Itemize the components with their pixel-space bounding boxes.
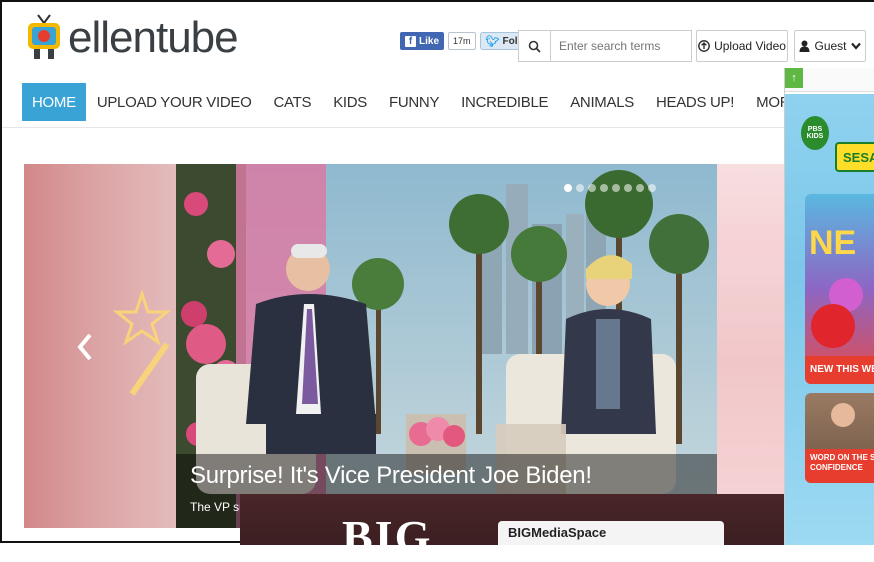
side-ad-card-new[interactable]: NE NEW THIS WE xyxy=(805,194,874,384)
nav-item-upload-your-video[interactable]: UPLOAD YOUR VIDEO xyxy=(86,83,263,121)
person-thumbnail xyxy=(831,403,855,427)
hero-carousel[interactable]: Surprise! It's Vice President Joe Biden!… xyxy=(24,164,717,528)
previous-slide-arrow-icon[interactable] xyxy=(76,332,94,362)
slide-dot[interactable] xyxy=(600,184,608,192)
card-word-label: WORD ON THE S CONFIDENCE xyxy=(805,449,874,483)
guest-account-button[interactable]: Guest xyxy=(794,30,866,62)
star-decoration xyxy=(112,289,172,396)
nav-item-cats[interactable]: CATS xyxy=(262,83,322,121)
side-popup-ad[interactable]: ↑ PBS KIDS SESAM NE NEW THIS WE WORD ON … xyxy=(784,68,874,545)
next-slide-peek[interactable] xyxy=(717,164,785,494)
ad-big-text: BIG xyxy=(342,511,433,562)
brand-name: ellentube xyxy=(68,13,239,62)
nav-item-funny[interactable]: FUNNY xyxy=(378,83,450,121)
site-header: ellentube f Like 17m 🐦︎ Follow Upload Vi… xyxy=(2,2,874,80)
facebook-like-count: 17m xyxy=(448,32,476,50)
nav-item-incredible[interactable]: INCREDIBLE xyxy=(450,83,559,121)
tv-logo-icon xyxy=(28,14,60,59)
nav-item-heads-up[interactable]: HEADS UP! xyxy=(645,83,745,121)
user-icon xyxy=(799,40,810,52)
search-button[interactable] xyxy=(518,30,550,62)
hero-subtitle: The VP su xyxy=(190,500,246,514)
pbs-kids-logo: PBS KIDS xyxy=(801,116,829,150)
main-nav: HOME UPLOAD YOUR VIDEO CATS KIDS FUNNY I… xyxy=(2,80,874,124)
slide-dot[interactable] xyxy=(564,184,572,192)
slide-dot[interactable] xyxy=(588,184,596,192)
ellentube-logo[interactable]: ellentube xyxy=(24,10,239,66)
upload-video-button[interactable]: Upload Video xyxy=(696,30,788,62)
slide-dot[interactable] xyxy=(624,184,632,192)
card-new-label: NEW THIS WE xyxy=(805,356,874,384)
ad-choices-icon[interactable]: ↑ xyxy=(785,68,803,88)
chevron-down-icon xyxy=(850,42,861,50)
facebook-like-button[interactable]: f Like xyxy=(400,32,445,50)
twitter-bird-icon: 🐦︎ xyxy=(485,35,500,48)
facebook-icon: f xyxy=(405,35,416,47)
side-ad-card-word[interactable]: WORD ON THE S CONFIDENCE xyxy=(805,393,874,483)
nav-item-kids[interactable]: KIDS xyxy=(322,83,378,121)
slide-indicators xyxy=(564,184,656,192)
next-slide-fragment xyxy=(717,224,785,274)
guest-label: Guest xyxy=(814,39,847,53)
nav-divider xyxy=(2,127,874,128)
nav-item-home[interactable]: HOME xyxy=(22,83,86,121)
card-new-headline: NE xyxy=(809,224,857,262)
hero-title[interactable]: Surprise! It's Vice President Joe Biden! xyxy=(190,462,592,490)
search-input[interactable] xyxy=(550,30,692,62)
slide-dot[interactable] xyxy=(576,184,584,192)
upload-video-label: Upload Video xyxy=(714,39,786,53)
nav-item-animals[interactable]: ANIMALS xyxy=(559,83,645,121)
elmo-character xyxy=(811,304,855,348)
slide-dot[interactable] xyxy=(612,184,620,192)
facebook-like-label: Like xyxy=(419,35,440,47)
slide-dot[interactable] xyxy=(648,184,656,192)
slide-dot[interactable] xyxy=(636,184,644,192)
search-icon xyxy=(528,40,541,53)
ad-card-title: BIGMediaSpace xyxy=(498,521,724,545)
upload-icon xyxy=(698,40,710,52)
sesame-street-logo: SESAM xyxy=(835,142,874,172)
